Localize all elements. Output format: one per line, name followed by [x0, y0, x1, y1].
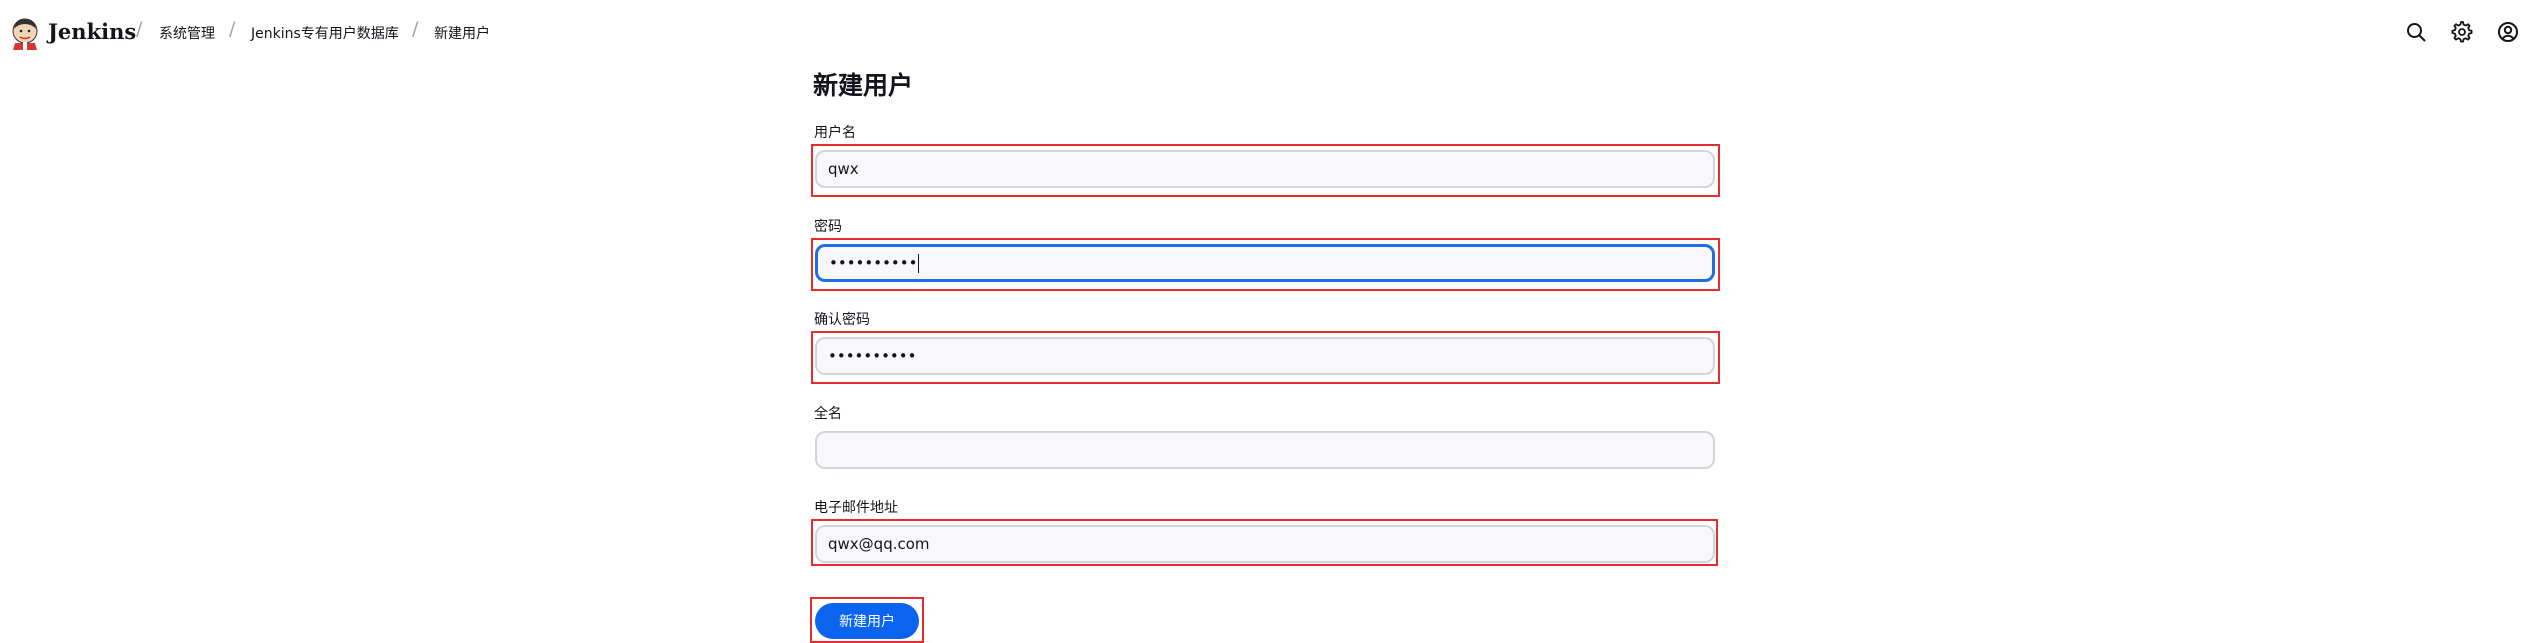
email-label: 电子邮件地址 — [814, 500, 898, 516]
breadcrumb-system-admin[interactable]: 系统管理 — [159, 23, 215, 43]
password-label: 密码 — [814, 219, 842, 235]
create-user-button[interactable]: 新建用户 — [815, 603, 919, 639]
brand-name[interactable]: Jenkins — [48, 19, 136, 44]
jenkins-logo-icon[interactable] — [8, 16, 42, 50]
confirm-password-field[interactable]: •••••••••• — [815, 337, 1715, 375]
fullname-label: 全名 — [814, 406, 842, 422]
username-value: qwx — [828, 160, 859, 178]
gear-icon[interactable] — [2451, 21, 2473, 43]
breadcrumb-separator: / — [136, 18, 143, 40]
breadcrumb-new-user[interactable]: 新建用户 — [434, 23, 490, 43]
confirm-password-label: 确认密码 — [814, 312, 870, 328]
username-label: 用户名 — [814, 125, 856, 141]
password-value: •••••••••• — [829, 254, 918, 272]
fullname-field[interactable] — [815, 431, 1715, 469]
text-caret — [918, 253, 920, 273]
page-title: 新建用户 — [813, 71, 914, 100]
breadcrumb-separator: / — [412, 18, 419, 40]
top-bar: Jenkins / 系统管理 / Jenkins专有用户数据库 / 新建用户 — [0, 0, 2540, 66]
confirm-password-value: •••••••••• — [828, 347, 917, 365]
search-icon[interactable] — [2405, 21, 2427, 43]
email-field[interactable]: qwx@qq.com — [815, 525, 1715, 563]
email-value: qwx@qq.com — [828, 535, 930, 553]
password-field[interactable]: •••••••••• — [815, 244, 1715, 282]
user-circle-icon[interactable] — [2497, 21, 2519, 43]
breadcrumb-user-database[interactable]: Jenkins专有用户数据库 — [251, 23, 399, 43]
username-field[interactable]: qwx — [815, 150, 1715, 188]
breadcrumb-separator: / — [229, 18, 236, 40]
